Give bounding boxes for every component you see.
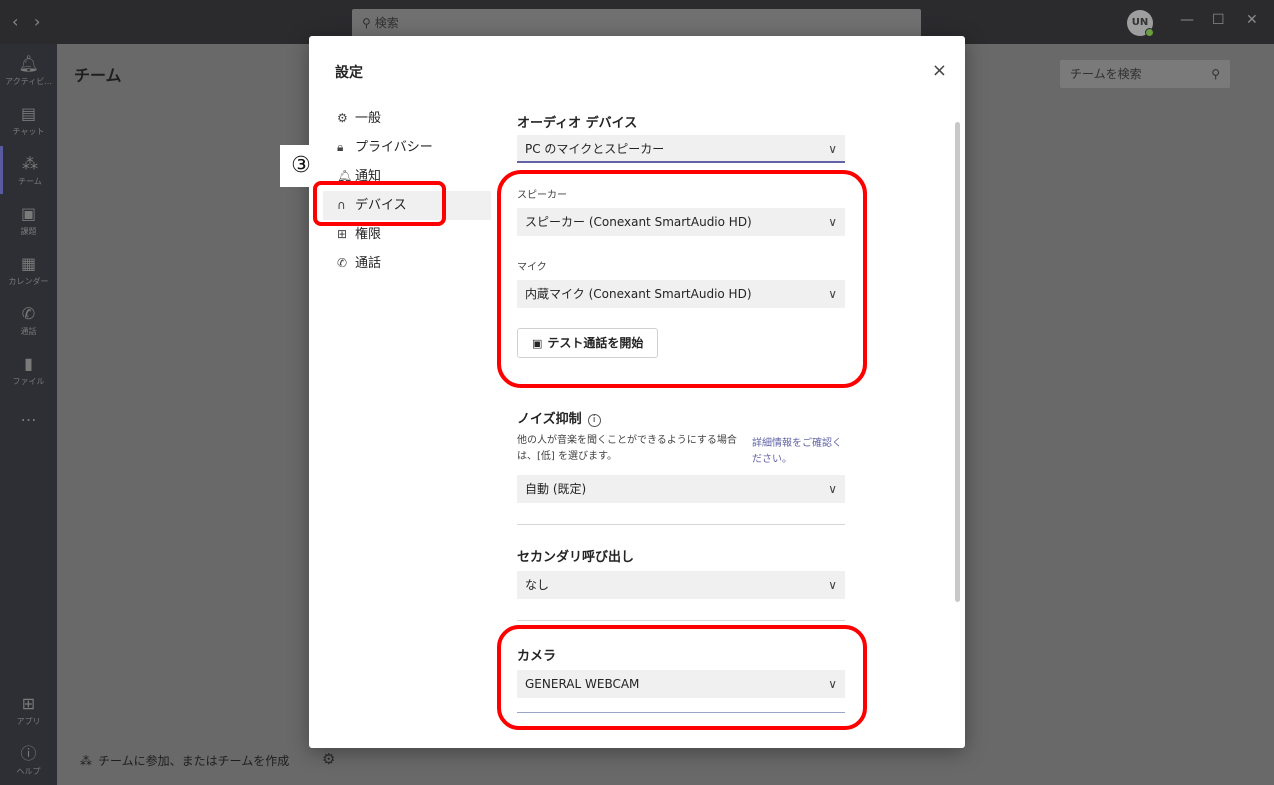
join-team-link[interactable]: ⁂ チームに参加、またはチームを作成 [80,752,289,769]
search-icon: ⚲ [362,16,371,30]
step-number-annotation: ③ [280,145,322,187]
chevron-down-icon: ∨ [828,142,837,156]
minimize-icon[interactable]: — [1180,12,1194,28]
menu-item-calls[interactable]: ✆ 通話 [323,249,491,278]
noise-suppression-description: 他の人が音楽を聞くことができるようにする場合は、[低] を選びます。 [517,435,737,462]
avatar-initials: UN [1131,17,1149,28]
scrollbar[interactable] [955,122,960,602]
chat-icon: ▤ [20,104,37,123]
dialog-title: 設定 [335,65,363,81]
more-icon: … [20,406,37,425]
rail-item-calls[interactable]: ✆ 通話 [0,304,57,337]
file-icon: ▮ [24,354,33,373]
gear-icon[interactable]: ⚙ [322,750,335,768]
rail-item-label: アクティビ... [5,77,52,86]
rail-item-calendar[interactable]: ▦ カレンダー [0,254,57,287]
menu-item-privacy[interactable]: 🔒︎ プライバシー [323,133,491,162]
secondary-ringer-select[interactable]: なし ∨ [517,571,845,599]
noise-suppression-label: ノイズ抑制 [517,412,582,427]
rail-item-help[interactable]: ⓘ ヘルプ [0,744,57,777]
close-icon[interactable]: × [932,60,947,81]
rail-item-label: カレンダー [8,277,49,286]
secondary-ringer-value: なし [525,578,550,592]
chevron-down-icon: ∨ [828,482,837,496]
info-icon[interactable]: i [587,414,601,427]
rail-item-apps[interactable]: ⊞ アプリ [0,694,57,727]
chevron-down-icon: ∨ [828,578,837,592]
lock-icon: 🔒︎ [337,140,344,154]
rail-item-assignments[interactable]: ▣ 課題 [0,204,57,237]
gear-icon: ⚙ [337,111,348,125]
team-search-placeholder: チームを検索 [1070,67,1142,81]
rail-item-label: ファイル [12,377,45,386]
divider [517,524,845,525]
rail-item-label: 通話 [20,327,37,336]
audio-device-value: PC のマイクとスピーカー [525,142,665,156]
rail-item-chat[interactable]: ▤ チャット [0,104,57,137]
menu-item-label: 通話 [355,256,382,271]
forward-arrow-icon[interactable]: › [34,12,40,31]
window-close-icon[interactable]: ✕ [1246,12,1258,28]
noise-suppression-value: 自動 (既定) [525,482,587,496]
global-search-placeholder: 検索 [374,16,399,30]
bell-icon: 🔔︎ [18,54,39,73]
learn-more-link[interactable]: 詳細情報をご確認ください。 [752,436,847,468]
rail-item-label: チャット [12,127,45,136]
menu-item-label: 権限 [355,227,382,242]
rail-item-label: 課題 [20,227,37,236]
rail-item-label: チーム [18,177,42,186]
page-title: チーム [74,66,122,85]
app-rail: 🔔︎ アクティビ... ▤ チャット ⁂ チーム ▣ 課題 ▦ カレンダー ✆ … [0,44,57,785]
add-team-icon: ⁂ [80,754,92,768]
camera-highlight [497,625,867,730]
rail-item-label: アプリ [16,717,41,726]
join-team-label: チームに参加、またはチームを作成 [98,754,290,768]
team-search-input[interactable]: チームを検索 ⚲ [1060,60,1230,88]
audio-device-select[interactable]: PC のマイクとスピーカー ∨ [517,135,845,163]
menu-item-general[interactable]: ⚙ 一般 [323,104,491,133]
audio-device-title: オーディオ デバイス [517,116,638,131]
noise-suppression-select[interactable]: 自動 (既定) ∨ [517,475,845,503]
speaker-mic-highlight [497,170,867,388]
global-search-input[interactable]: ⚲ 検索 [352,9,921,37]
menu-item-label: プライバシー [355,140,433,155]
back-arrow-icon[interactable]: ‹ [12,12,18,31]
maximize-icon[interactable]: ☐ [1212,12,1225,28]
menu-item-label: 一般 [355,111,382,126]
help-icon: ⓘ [20,744,37,763]
presence-status-icon [1145,28,1154,37]
calendar-icon: ▦ [20,254,37,273]
devices-highlight [313,181,446,226]
rail-item-label: ヘルプ [16,767,41,776]
rail-item-teams[interactable]: ⁂ チーム [0,146,57,194]
search-icon: ⚲ [1211,67,1220,81]
rail-item-activity[interactable]: 🔔︎ アクティビ... [0,54,57,87]
phone-icon: ✆ [21,304,36,323]
rail-item-more[interactable]: … [0,406,57,426]
noise-suppression-title: ノイズ抑制 i [517,408,601,427]
divider [517,620,845,621]
user-avatar[interactable]: UN [1127,10,1154,37]
teams-icon: ⁂ [22,154,38,173]
phone-icon: ✆ [337,256,348,270]
rail-item-files[interactable]: ▮ ファイル [0,354,57,387]
apps-icon: ⊞ [21,694,36,713]
secondary-ringer-title: セカンダリ呼び出し [517,550,635,565]
assignments-icon: ▣ [20,204,37,223]
